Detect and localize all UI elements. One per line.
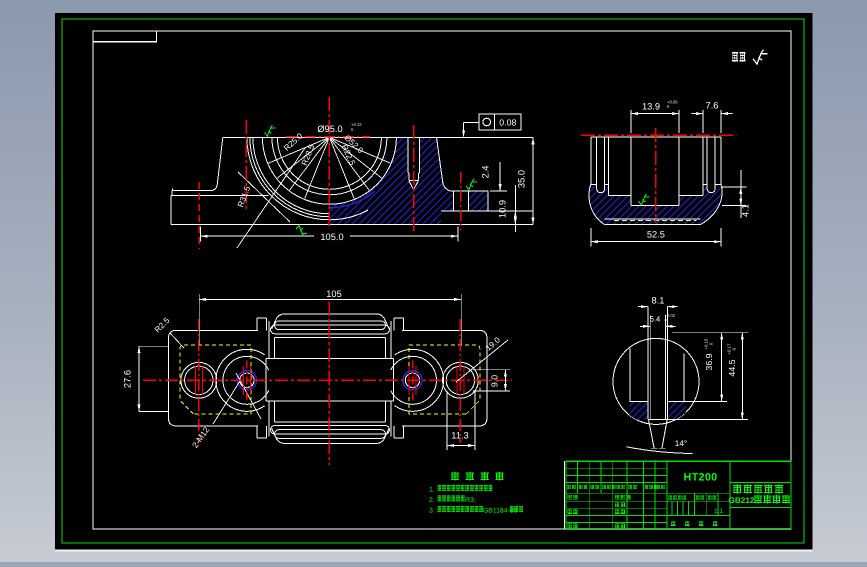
svg-text:35.0: 35.0 xyxy=(517,170,527,188)
svg-text:52.5: 52.5 xyxy=(647,229,665,239)
svg-text:R3;: R3; xyxy=(465,497,476,504)
svg-text:9.0: 9.0 xyxy=(490,375,500,387)
svg-text:5.4: 5.4 xyxy=(650,315,661,324)
svg-text:0.08: 0.08 xyxy=(499,118,516,128)
svg-text:14°: 14° xyxy=(675,439,687,448)
svg-text:Ø95.0: Ø95.0 xyxy=(317,124,342,134)
svg-text:GB212: GB212 xyxy=(729,496,755,505)
svg-text:;: ; xyxy=(490,486,492,493)
svg-text:10.9: 10.9 xyxy=(498,200,508,218)
svg-text:105.0: 105.0 xyxy=(320,232,343,242)
svg-text:7.6: 7.6 xyxy=(706,101,719,111)
svg-text:3.: 3. xyxy=(429,507,435,514)
svg-text:.: . xyxy=(522,507,524,514)
svg-text:2.: 2. xyxy=(429,497,435,504)
svg-text:1.: 1. xyxy=(429,486,435,493)
svg-text:44.5: 44.5 xyxy=(727,359,737,376)
svg-text:HT200: HT200 xyxy=(684,472,718,484)
svg-text:8.1: 8.1 xyxy=(652,296,665,306)
svg-text:4.1: 4.1 xyxy=(741,204,751,217)
svg-text:27.6: 27.6 xyxy=(123,370,133,388)
svg-text:105: 105 xyxy=(326,289,342,299)
svg-text:36.9: 36.9 xyxy=(704,353,714,370)
svg-text:13.9: 13.9 xyxy=(642,102,660,112)
svg-text:1:1: 1:1 xyxy=(714,508,723,515)
svg-text:2.4: 2.4 xyxy=(481,166,491,179)
svg-text:11.3: 11.3 xyxy=(451,431,468,441)
